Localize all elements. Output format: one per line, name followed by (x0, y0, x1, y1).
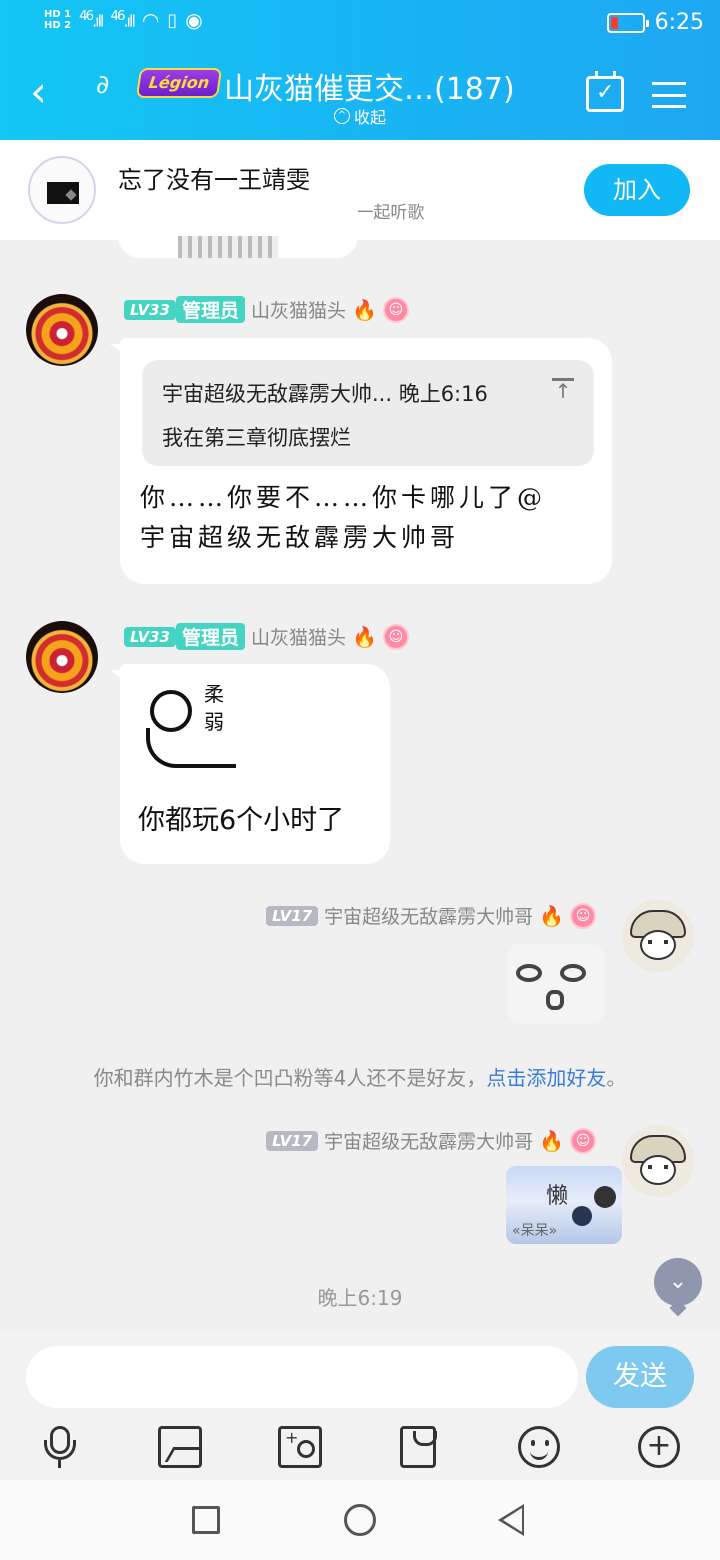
join-button[interactable]: 加入 (584, 164, 690, 216)
hd-badges: HD 1 HD 2 (44, 9, 71, 31)
sender-name[interactable]: 宇宙超级无敌霹雳大帅哥 (324, 1127, 533, 1154)
message-text-line2: 宇宙超级无敌霹雳大帅哥 (140, 523, 460, 552)
browser-icon: ◉ (185, 8, 203, 32)
sender-name[interactable]: 宇宙超级无敌霹雳大帅哥 (324, 902, 533, 929)
system-navbar (0, 1480, 720, 1560)
emoji-badge-icon: ☺ (570, 902, 596, 929)
sender-nameline: LV33 管理员 山灰猫猫头 🔥 ☺ (124, 623, 409, 650)
sender-nameline: LV33 管理员 山灰猫猫头 🔥 ☺ (124, 296, 409, 323)
hd1-badge: HD 1 (44, 9, 72, 20)
admin-badge: 管理员 (175, 296, 245, 323)
mic-icon[interactable] (38, 1426, 82, 1468)
message-text-line1: 你……你要不……你卡哪儿了@ (140, 483, 547, 512)
camera-icon[interactable] (278, 1426, 322, 1468)
song-title: 忘了没有一王靖雯 (118, 166, 310, 194)
signal-icon: 46.ıll (79, 9, 104, 31)
collapse-label: 收起 (354, 108, 387, 127)
signal2-icon: 46.ıll (110, 9, 136, 31)
album-disc (28, 156, 96, 224)
level-badge: LV33 (124, 299, 176, 320)
emoji-badge-icon: ☺ (382, 296, 409, 323)
quote-header: 宇宙超级无敌霹雳大帅... 晚上6:16 (162, 382, 488, 406)
fire-icon: 🔥 (352, 297, 377, 322)
fire-icon: 🔥 (352, 624, 377, 649)
chevron-up-icon: ^ (334, 108, 350, 124)
message-bubble[interactable]: 宇宙超级无敌霹雳大帅... 晚上6:16 我在第三章彻底摆烂 ↑ 你……你要不…… (110, 338, 612, 584)
lazy-sticker[interactable]: 懒 «呆呆» (506, 1166, 622, 1244)
timestamp: 晚上6:19 (317, 1286, 403, 1310)
vibrate-icon: ▯ (167, 9, 178, 31)
avatar[interactable] (26, 294, 98, 366)
scroll-down-button[interactable]: ⌄ (654, 1258, 702, 1306)
red-packet-icon[interactable] (400, 1426, 437, 1468)
calendar-check-icon[interactable] (586, 71, 624, 112)
emoji-badge-icon: ☺ (382, 623, 409, 650)
home-button[interactable] (344, 1504, 376, 1536)
admin-badge: 管理员 (175, 623, 245, 650)
face-sticker[interactable] (508, 944, 604, 1024)
fire-icon: 🔥 (539, 903, 564, 928)
fire-icon: 🔥 (539, 1128, 564, 1153)
back-button[interactable]: ‹ (30, 71, 70, 118)
avatar[interactable] (26, 621, 98, 693)
message-text: 你都玩6个小时了 (138, 805, 345, 836)
send-button[interactable]: 发送 (586, 1346, 694, 1408)
avatar[interactable] (622, 1125, 694, 1197)
sender-name[interactable]: 山灰猫猫头 (251, 296, 346, 323)
group-logo-badge: Légion (135, 68, 223, 98)
sender-name[interactable]: 山灰猫猫头 (251, 623, 346, 650)
composer: 发送 + (0, 1330, 720, 1480)
quote-text: 我在第三章彻底摆烂 (162, 426, 351, 450)
hd2-badge: HD 2 (44, 20, 72, 31)
group-title[interactable]: 山灰猫催更交…(187) (224, 64, 515, 108)
level-badge: LV17 (266, 905, 319, 926)
clock: 6:25 (654, 10, 704, 35)
listen-together-banner[interactable]: 忘了没有一王靖雯 夏晨雨在雨村发起 | 2人正在一起听歌 加入 (0, 140, 720, 240)
plus-icon[interactable]: + (638, 1426, 680, 1468)
system-notice: 你和群内竹木是个凹凸粉等4人还不是好友，点击添加好友。 (93, 1066, 627, 1090)
emoji-icon[interactable] (518, 1426, 560, 1468)
ear-icon[interactable]: ∂ (96, 70, 109, 100)
recents-button[interactable] (192, 1506, 220, 1534)
sender-nameline: LV17 宇宙超级无敌霹雳大帅哥 🔥 ☺ (266, 902, 596, 929)
menu-icon[interactable] (652, 82, 686, 108)
emoji-badge-icon: ☺ (570, 1127, 596, 1154)
avatar[interactable] (622, 900, 694, 972)
battery-icon (606, 12, 649, 33)
weak-sticker: 柔弱 (142, 680, 242, 778)
back-nav-button[interactable] (498, 1504, 524, 1536)
collapse-toggle[interactable]: ^ 收起 (334, 104, 386, 128)
level-badge: LV33 (124, 626, 176, 647)
add-friend-link[interactable]: 点击添加好友 (486, 1066, 606, 1090)
status-bar: HD 1 HD 2 46.ıll 46.ıll ◠ ▯ ◉ 6:25 (0, 0, 720, 50)
previous-message-fragment (118, 200, 358, 258)
wifi-icon: ◠ (141, 8, 160, 32)
image-icon[interactable] (158, 1426, 202, 1468)
message-input[interactable] (26, 1346, 578, 1408)
level-badge: LV17 (266, 1130, 319, 1151)
message-bubble[interactable]: 柔弱 你都玩6个小时了 (110, 664, 390, 864)
sender-nameline: LV17 宇宙超级无敌霹雳大帅哥 🔥 ☺ (266, 1127, 596, 1154)
jump-to-icon[interactable]: ↑ (552, 378, 574, 404)
quoted-reply[interactable]: 宇宙超级无敌霹雳大帅... 晚上6:16 我在第三章彻底摆烂 ↑ (142, 360, 594, 466)
chat-header: HD 1 HD 2 46.ıll 46.ıll ◠ ▯ ◉ 6:25 ‹ ∂ L… (0, 0, 720, 140)
